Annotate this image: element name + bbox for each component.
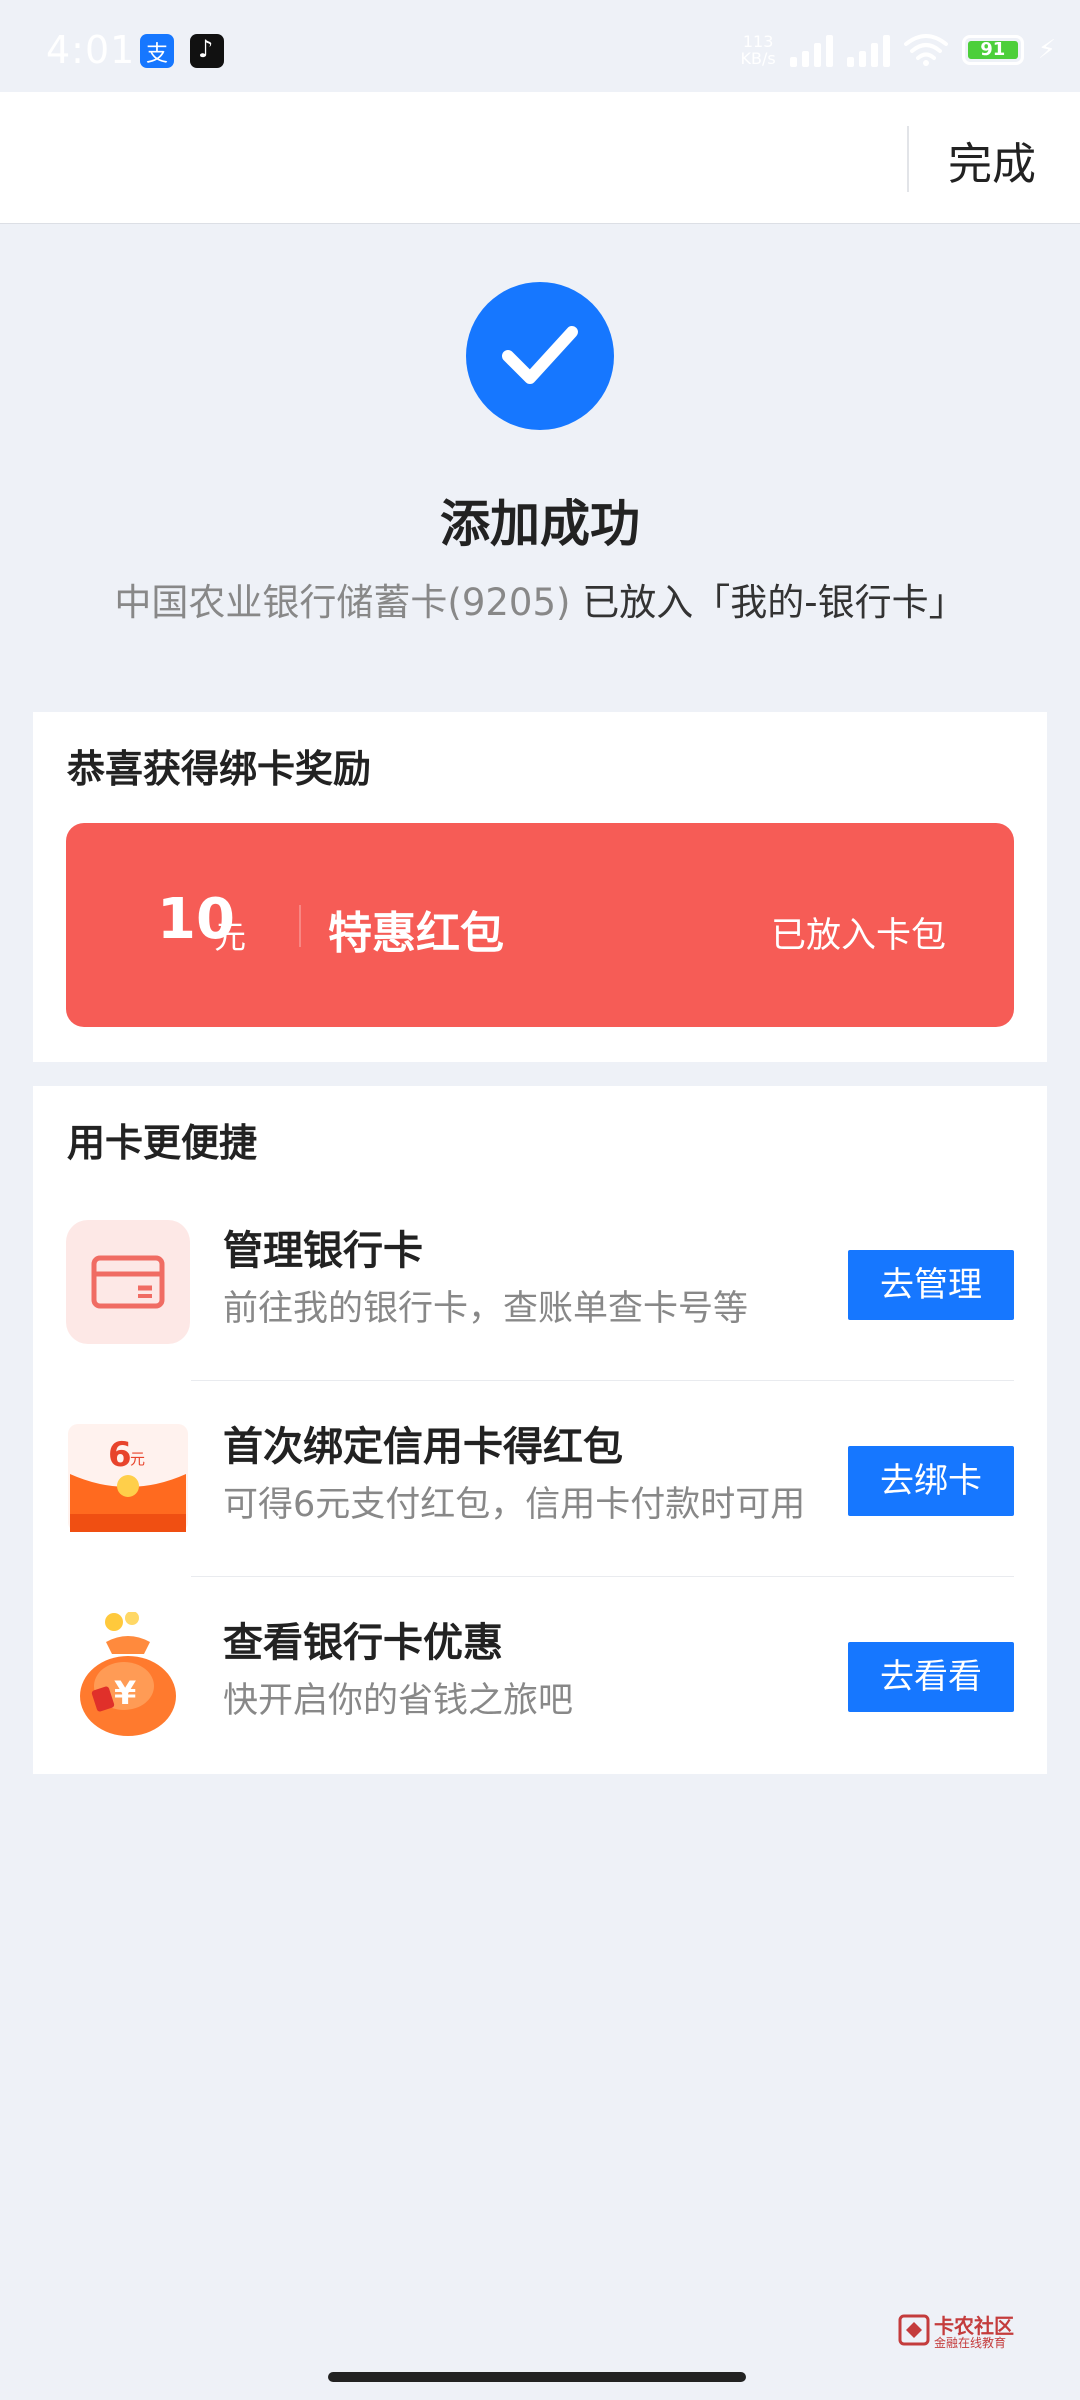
watermark-subtitle: 金融在线教育: [934, 2336, 1007, 2350]
alipay-notification-icon: [140, 34, 174, 68]
status-bar: 4:01 113 KB/s 91 ⚡: [0, 0, 1080, 92]
row-divider: [191, 1576, 1014, 1577]
signal-1-icon: [789, 33, 833, 67]
reward-banner[interactable]: 10 元 特惠红包 已放入卡包: [66, 823, 1014, 1027]
signal-2-icon: [846, 33, 890, 67]
feature-row-bind-credit-card[interactable]: 6 元 首次绑定信用卡得红包 可得6元支付红包，信用卡付款时可用 去绑卡: [33, 1386, 1047, 1582]
battery-icon: 91: [961, 35, 1024, 65]
money-bag-symbol: ¥: [114, 1674, 136, 1712]
view-offers-button[interactable]: 去看看: [848, 1642, 1014, 1712]
success-check-icon: [466, 282, 614, 430]
red-envelope-icon: 6 元: [66, 1416, 190, 1540]
feature-section: 用卡更便捷 管理银行卡 前往我的银行卡，查账单查卡号等 去管理 6 元 首次绑定…: [33, 1086, 1047, 1774]
status-right: 113 KB/s 91 ⚡: [741, 30, 1056, 70]
network-speed: 113 KB/s: [740, 32, 776, 68]
reward-status: 已放入卡包: [770, 916, 946, 956]
manage-button[interactable]: 去管理: [848, 1250, 1014, 1320]
header-divider: [907, 126, 909, 192]
done-button[interactable]: 完成: [948, 128, 1036, 192]
kanong-watermark: 卡农社区 金融在线教育: [898, 2310, 1022, 2352]
reward-divider: [299, 905, 301, 947]
bind-card-button[interactable]: 去绑卡: [848, 1446, 1014, 1516]
feature-subtitle: 可得6元支付红包，信用卡付款时可用: [223, 1485, 806, 1525]
row-divider: [191, 1380, 1014, 1381]
success-title: 添加成功: [440, 495, 640, 553]
money-bag-icon: ¥: [66, 1611, 190, 1736]
reward-name: 特惠红包: [328, 908, 504, 959]
status-time: 4:01: [46, 28, 136, 72]
reward-section-title: 恭喜获得绑卡奖励: [67, 747, 372, 791]
bank-card-icon: [66, 1220, 190, 1344]
reward-unit: 元: [214, 918, 247, 956]
feature-subtitle: 前往我的银行卡，查账单查卡号等: [223, 1289, 749, 1329]
feature-subtitle: 快开启你的省钱之旅吧: [223, 1681, 574, 1721]
wifi-icon: [903, 34, 948, 66]
red-envelope-amount: 6: [108, 1435, 132, 1475]
feature-title: 管理银行卡: [223, 1228, 423, 1274]
reward-section: 恭喜获得绑卡奖励 10 元 特惠红包 已放入卡包: [33, 712, 1047, 1062]
charging-icon: ⚡: [1037, 35, 1056, 65]
home-indicator[interactable]: [328, 2372, 746, 2382]
top-bar: 完成: [0, 92, 1080, 224]
red-envelope-unit: 元: [130, 1450, 145, 1468]
success-description: 中国农业银行储蓄卡(9205) 已放入「我的-银行卡」: [0, 572, 1080, 626]
feature-row-card-offers[interactable]: ¥ 查看银行卡优惠 快开启你的省钱之旅吧 去看看: [33, 1582, 1047, 1778]
card-location: 已放入「我的-银行卡」: [570, 581, 966, 624]
feature-row-manage-card[interactable]: 管理银行卡 前往我的银行卡，查账单查卡号等 去管理: [33, 1190, 1047, 1386]
tiktok-notification-icon: [190, 34, 224, 68]
feature-title: 首次绑定信用卡得红包: [223, 1424, 623, 1470]
card-name: 中国农业银行储蓄卡(9205): [114, 581, 571, 624]
feature-title: 查看银行卡优惠: [223, 1620, 503, 1666]
kanong-logo-icon: [898, 2314, 930, 2346]
feature-section-title: 用卡更便捷: [67, 1121, 258, 1165]
